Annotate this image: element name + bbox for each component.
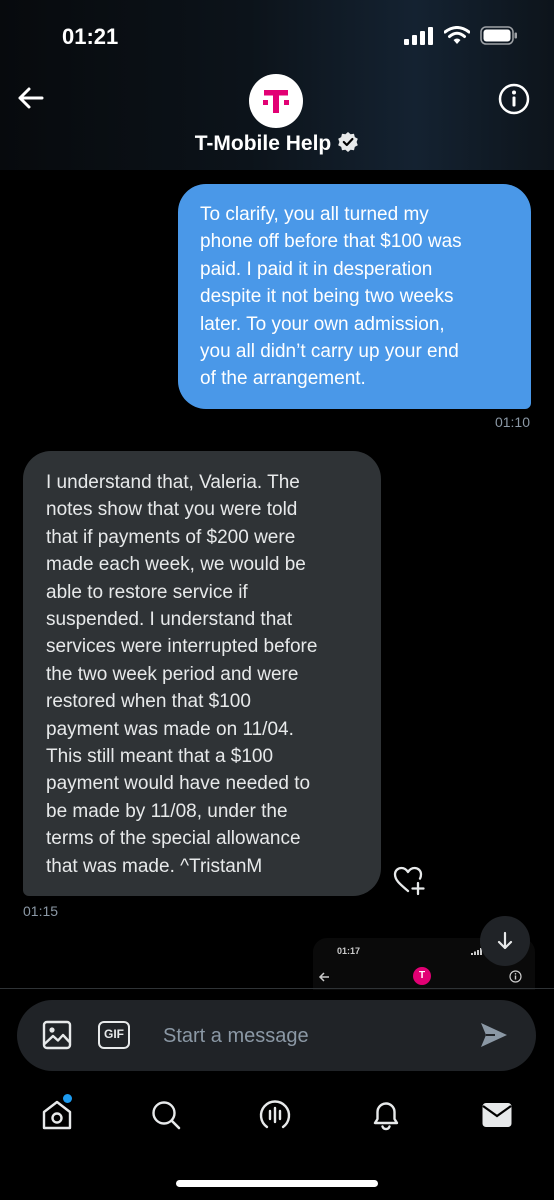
avatar[interactable]	[249, 74, 303, 128]
status-bar-icons	[404, 26, 518, 45]
message-line: be made by 11/08, under the	[46, 800, 288, 822]
message-input[interactable]	[163, 1020, 463, 1052]
contact-name: T-Mobile Help	[194, 132, 332, 155]
home-notification-dot	[63, 1094, 72, 1103]
incoming-message-bubble[interactable]: I understand that, Valeria. The notes sh…	[23, 451, 381, 896]
message-line: To clarify, you all turned my	[200, 204, 429, 225]
outgoing-message-time: 01:10	[494, 414, 530, 430]
verified-badge-icon	[338, 132, 359, 152]
heart-plus-icon[interactable]	[392, 863, 426, 897]
envelope-icon[interactable]	[480, 1098, 514, 1132]
message-line: paid. I paid it in desperation	[200, 258, 433, 280]
message-line: of the arrangement.	[200, 368, 366, 390]
home-icon[interactable]	[40, 1098, 74, 1132]
message-line: you all didn’t carry up your end	[200, 341, 459, 363]
wifi-icon	[444, 26, 470, 44]
message-line: This still meant that a $100	[46, 746, 274, 768]
scroll-to-bottom-button[interactable]	[480, 916, 530, 966]
spaces-icon[interactable]	[258, 1098, 292, 1132]
search-icon[interactable]	[149, 1098, 183, 1132]
bottom-tab-bar	[0, 1088, 554, 1148]
cellular-signal-icon	[404, 26, 433, 45]
conversation-header: 01:21 T-Mobile Help	[0, 0, 554, 170]
home-indicator	[176, 1180, 378, 1187]
message-line: terms of the special allowance	[46, 828, 301, 850]
message-line: despite it not being two weeks	[200, 286, 454, 308]
bell-icon[interactable]	[369, 1098, 403, 1132]
message-line: able to restore service if	[46, 581, 248, 603]
preview-logo: T	[413, 967, 431, 985]
send-icon[interactable]	[479, 1020, 509, 1050]
image-icon[interactable]	[41, 1019, 73, 1051]
message-line: that if payments of $200 were	[46, 526, 296, 548]
preview-time: 01:17	[337, 946, 361, 956]
preview-back-icon	[318, 972, 329, 982]
message-line: notes show that you were told	[46, 499, 298, 521]
message-line: payment was made on 11/04.	[46, 718, 294, 740]
message-line: the two week period and were	[46, 663, 299, 685]
message-line: phone off before that $100 was	[200, 231, 462, 253]
message-composer: GIF	[17, 1000, 536, 1071]
arrow-down-icon	[497, 931, 513, 950]
back-button[interactable]	[14, 82, 46, 114]
outgoing-message-bubble[interactable]: To clarify, you all turned my phone off …	[178, 184, 531, 409]
message-line: restored when that $100	[46, 691, 251, 713]
message-line: suspended. I understand that	[46, 609, 293, 631]
incoming-message-time: 01:15	[23, 903, 59, 919]
message-line: made each week, we would be	[46, 554, 306, 576]
status-bar-time: 01:21	[62, 24, 119, 49]
t-mobile-logo	[256, 81, 296, 121]
battery-icon	[480, 26, 517, 45]
contact-name-row[interactable]: T-Mobile Help	[0, 131, 554, 156]
preview-info-icon	[509, 970, 522, 983]
composer-divider	[0, 988, 554, 989]
gif-button[interactable]: GIF	[98, 1021, 130, 1049]
message-line: services were interrupted before	[46, 636, 318, 658]
message-line: that was made. ^TristanM	[46, 855, 263, 877]
message-line: I understand that, Valeria. The	[46, 472, 300, 493]
info-button[interactable]	[498, 83, 530, 115]
message-line: later. To your own admission,	[200, 313, 445, 335]
message-line: payment would have needed to	[46, 773, 311, 795]
